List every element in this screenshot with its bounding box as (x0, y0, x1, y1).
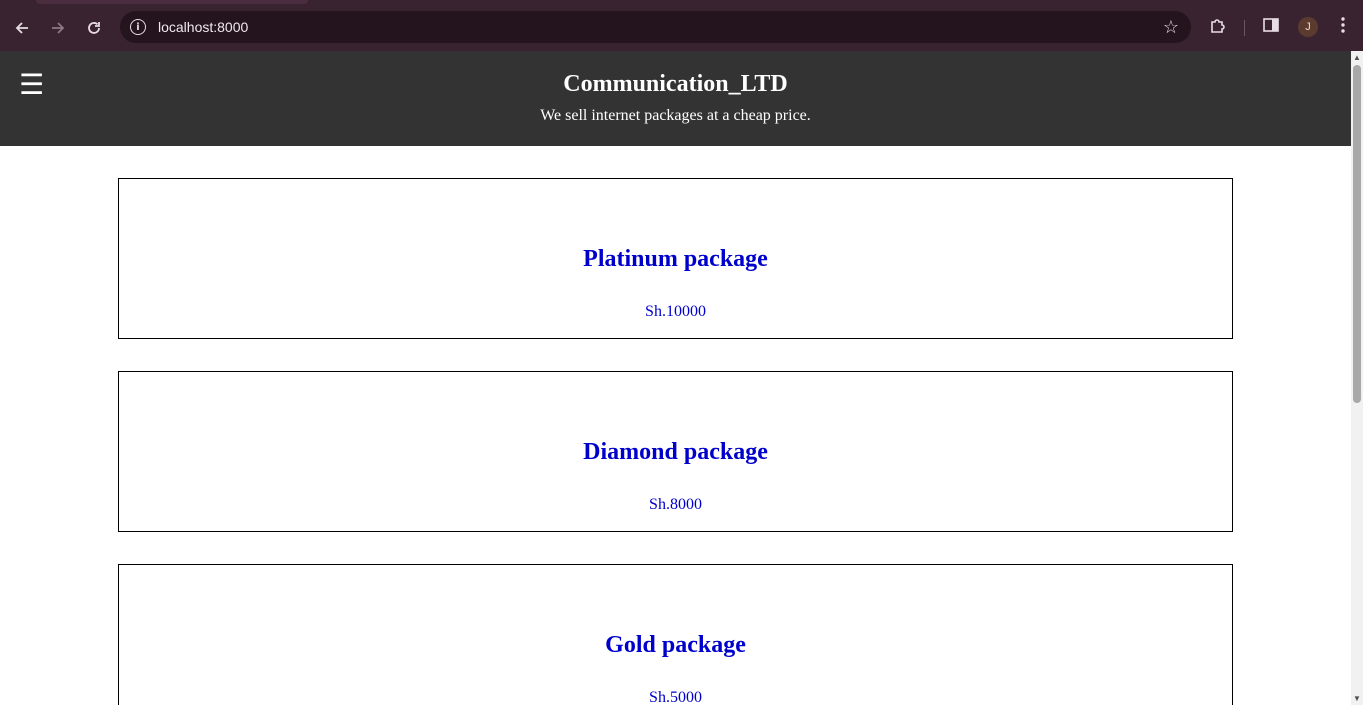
scroll-up-icon[interactable]: ▲ (1351, 53, 1363, 62)
package-price: Sh.10000 (645, 303, 706, 320)
back-button[interactable] (8, 14, 36, 42)
star-icon[interactable]: ☆ (1163, 17, 1179, 38)
forward-button[interactable] (44, 14, 72, 42)
site-header: ☰ Communication_LTD We sell internet pac… (0, 51, 1351, 146)
puzzle-icon[interactable] (1208, 16, 1228, 41)
package-name: Gold package (605, 632, 746, 658)
site-title: Communication_LTD (563, 71, 788, 97)
url-text[interactable]: localhost:8000 (158, 19, 248, 35)
package-name: Diamond package (583, 439, 768, 465)
arrow-right-icon (52, 21, 65, 34)
page-viewport: ☰ Communication_LTD We sell internet pac… (0, 51, 1351, 705)
arrow-left-icon (15, 21, 28, 34)
package-price: Sh.5000 (649, 689, 702, 705)
kebab-menu-icon[interactable] (1336, 16, 1350, 39)
avatar[interactable]: J (1298, 17, 1318, 37)
package-price: Sh.8000 (649, 496, 702, 513)
package-name: Platinum package (583, 246, 768, 272)
site-tagline: We sell internet packages at a cheap pri… (540, 107, 811, 124)
address-bar[interactable]: i localhost:8000 ☆ (120, 11, 1191, 43)
reload-icon (88, 21, 100, 34)
package-card-diamond[interactable]: Diamond package Sh.8000 (118, 371, 1233, 532)
reload-button[interactable] (80, 14, 108, 42)
browser-toolbar: i localhost:8000 ☆ J (0, 4, 1363, 51)
scroll-down-icon[interactable]: ▼ (1351, 694, 1363, 703)
toolbar-divider (1244, 20, 1245, 36)
package-card-platinum[interactable]: Platinum package Sh.10000 (118, 178, 1233, 339)
page-scrollbar[interactable]: ▲ ▼ (1351, 51, 1363, 705)
info-icon[interactable]: i (130, 19, 146, 35)
package-card-gold[interactable]: Gold package Sh.5000 (118, 564, 1233, 705)
side-panel-icon[interactable] (1262, 16, 1280, 39)
scroll-thumb[interactable] (1353, 65, 1361, 403)
